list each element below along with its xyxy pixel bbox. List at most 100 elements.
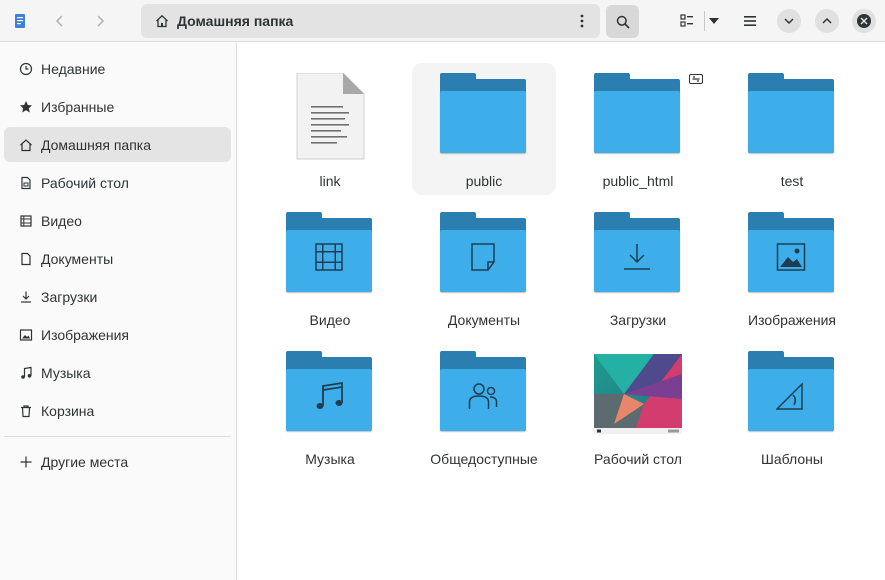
- sidebar-item-pictures[interactable]: Изображения: [4, 317, 231, 352]
- file-label: Видео: [309, 312, 351, 328]
- vertical-dots-icon[interactable]: [572, 11, 592, 31]
- file-item-link[interactable]: link: [258, 63, 402, 195]
- sidebar-item-label: Избранные: [41, 98, 115, 115]
- chevron-down-icon: [784, 18, 794, 25]
- sidebar-item-label: Загрузки: [41, 288, 98, 305]
- template-icon: [776, 381, 806, 411]
- file-label: Документы: [447, 312, 521, 328]
- file-label: Музыка: [305, 451, 355, 467]
- file-label: link: [319, 173, 341, 189]
- close-button[interactable]: [852, 9, 876, 33]
- sidebar-item-label: Домашняя папка: [41, 136, 152, 153]
- image-icon: [776, 242, 806, 272]
- link-emblem-icon: [689, 71, 703, 87]
- sidebar-item-label: Видео: [41, 212, 82, 229]
- forward-button[interactable]: [85, 6, 115, 36]
- file-label: public: [465, 173, 503, 189]
- music-icon: [314, 381, 344, 411]
- sidebar-item-label: Недавние: [41, 60, 106, 77]
- file-item-pictures[interactable]: Изображения: [720, 202, 864, 334]
- path-label[interactable]: Домашняя папка: [177, 13, 293, 29]
- hamburger-icon: [744, 16, 756, 26]
- file-label: Загрузки: [609, 312, 667, 328]
- home-icon: [18, 137, 34, 153]
- file-label: Изображения: [748, 312, 836, 328]
- header-bar: Домашняя папка: [0, 0, 885, 42]
- file-item-documents[interactable]: Документы: [412, 202, 556, 334]
- plus-icon: [18, 454, 34, 470]
- file-item-desktop[interactable]: Рабочий стол: [566, 341, 710, 473]
- sidebar-item-music[interactable]: Музыка: [4, 355, 231, 390]
- minimize-button[interactable]: [777, 9, 801, 33]
- view-options-button[interactable]: [700, 6, 728, 36]
- sidebar-separator: [4, 436, 231, 437]
- file-item-templates[interactable]: Шаблоны: [720, 341, 864, 473]
- chevron-right-icon: [97, 15, 105, 27]
- sidebar: Недавние Избранные Домашняя папка Рабочи…: [0, 43, 237, 580]
- sidebar-item-downloads[interactable]: Загрузки: [4, 279, 231, 314]
- download-icon: [622, 242, 652, 272]
- star-icon: [18, 99, 34, 115]
- search-icon: [616, 15, 630, 29]
- sidebar-item-label: Музыка: [41, 364, 91, 381]
- folder-music-icon: [286, 351, 374, 435]
- maximize-button[interactable]: [815, 9, 839, 33]
- document-icon: [18, 251, 34, 267]
- chevron-left-icon: [55, 15, 63, 27]
- sidebar-item-videos[interactable]: Видео: [4, 203, 231, 238]
- video-icon: [314, 242, 344, 272]
- back-button[interactable]: [45, 6, 75, 36]
- folder-documents-icon: [440, 212, 528, 296]
- desktop-icon: [18, 175, 34, 191]
- download-icon: [18, 289, 34, 305]
- sidebar-item-label: Рабочий стол: [41, 174, 129, 191]
- folder-videos-icon: [286, 212, 374, 296]
- file-label: Общедоступные: [430, 451, 538, 467]
- close-icon: [857, 14, 871, 28]
- clock-icon: [18, 61, 34, 77]
- sidebar-item-label: Документы: [41, 250, 114, 267]
- sidebar-item-desktop[interactable]: Рабочий стол: [4, 165, 231, 200]
- view-mode-button[interactable]: [672, 6, 702, 36]
- sidebar-item-documents[interactable]: Документы: [4, 241, 231, 276]
- chevron-up-icon: [822, 17, 832, 24]
- file-item-public[interactable]: public: [412, 63, 556, 195]
- file-item-downloads[interactable]: Загрузки: [566, 202, 710, 334]
- file-label: Рабочий стол: [594, 451, 682, 467]
- sidebar-item-home[interactable]: Домашняя папка: [4, 127, 231, 162]
- sidebar-item-starred[interactable]: Избранные: [4, 89, 231, 124]
- text-file-icon: [286, 72, 374, 160]
- search-button[interactable]: [606, 5, 639, 38]
- file-item-videos[interactable]: Видео: [258, 202, 402, 334]
- trash-icon: [18, 403, 34, 419]
- sidebar-item-recent[interactable]: Недавние: [4, 51, 231, 86]
- file-label: public_html: [602, 173, 674, 189]
- file-label: Шаблоны: [761, 451, 823, 467]
- folder-pictures-icon: [748, 212, 836, 296]
- triangle-down-icon: [709, 18, 719, 24]
- folder-public-icon: [440, 351, 528, 435]
- file-item-test[interactable]: test: [720, 63, 864, 195]
- desktop-thumbnail-icon: [594, 351, 682, 435]
- sidebar-item-label: Другие места: [41, 453, 129, 470]
- file-manager-icon: [5, 6, 35, 36]
- sidebar-item-label: Корзина: [41, 402, 95, 419]
- document-icon: [468, 242, 498, 272]
- users-icon: [468, 381, 498, 411]
- file-item-public-share[interactable]: Общедоступные: [412, 341, 556, 473]
- grid-view-icon: [680, 14, 693, 27]
- folder-icon: [748, 73, 836, 157]
- main-menu-button[interactable]: [735, 6, 765, 36]
- home-icon: [154, 13, 170, 29]
- path-bar[interactable]: Домашняя папка: [141, 4, 600, 38]
- file-item-music[interactable]: Музыка: [258, 341, 402, 473]
- folder-templates-icon: [748, 351, 836, 435]
- file-label: test: [780, 173, 804, 189]
- sidebar-item-trash[interactable]: Корзина: [4, 393, 231, 428]
- file-item-public-html[interactable]: public_html: [566, 63, 710, 195]
- video-icon: [18, 213, 34, 229]
- sidebar-item-other-places[interactable]: Другие места: [4, 444, 231, 479]
- folder-downloads-icon: [594, 212, 682, 296]
- folder-icon: [594, 73, 682, 157]
- sidebar-item-label: Изображения: [41, 326, 129, 343]
